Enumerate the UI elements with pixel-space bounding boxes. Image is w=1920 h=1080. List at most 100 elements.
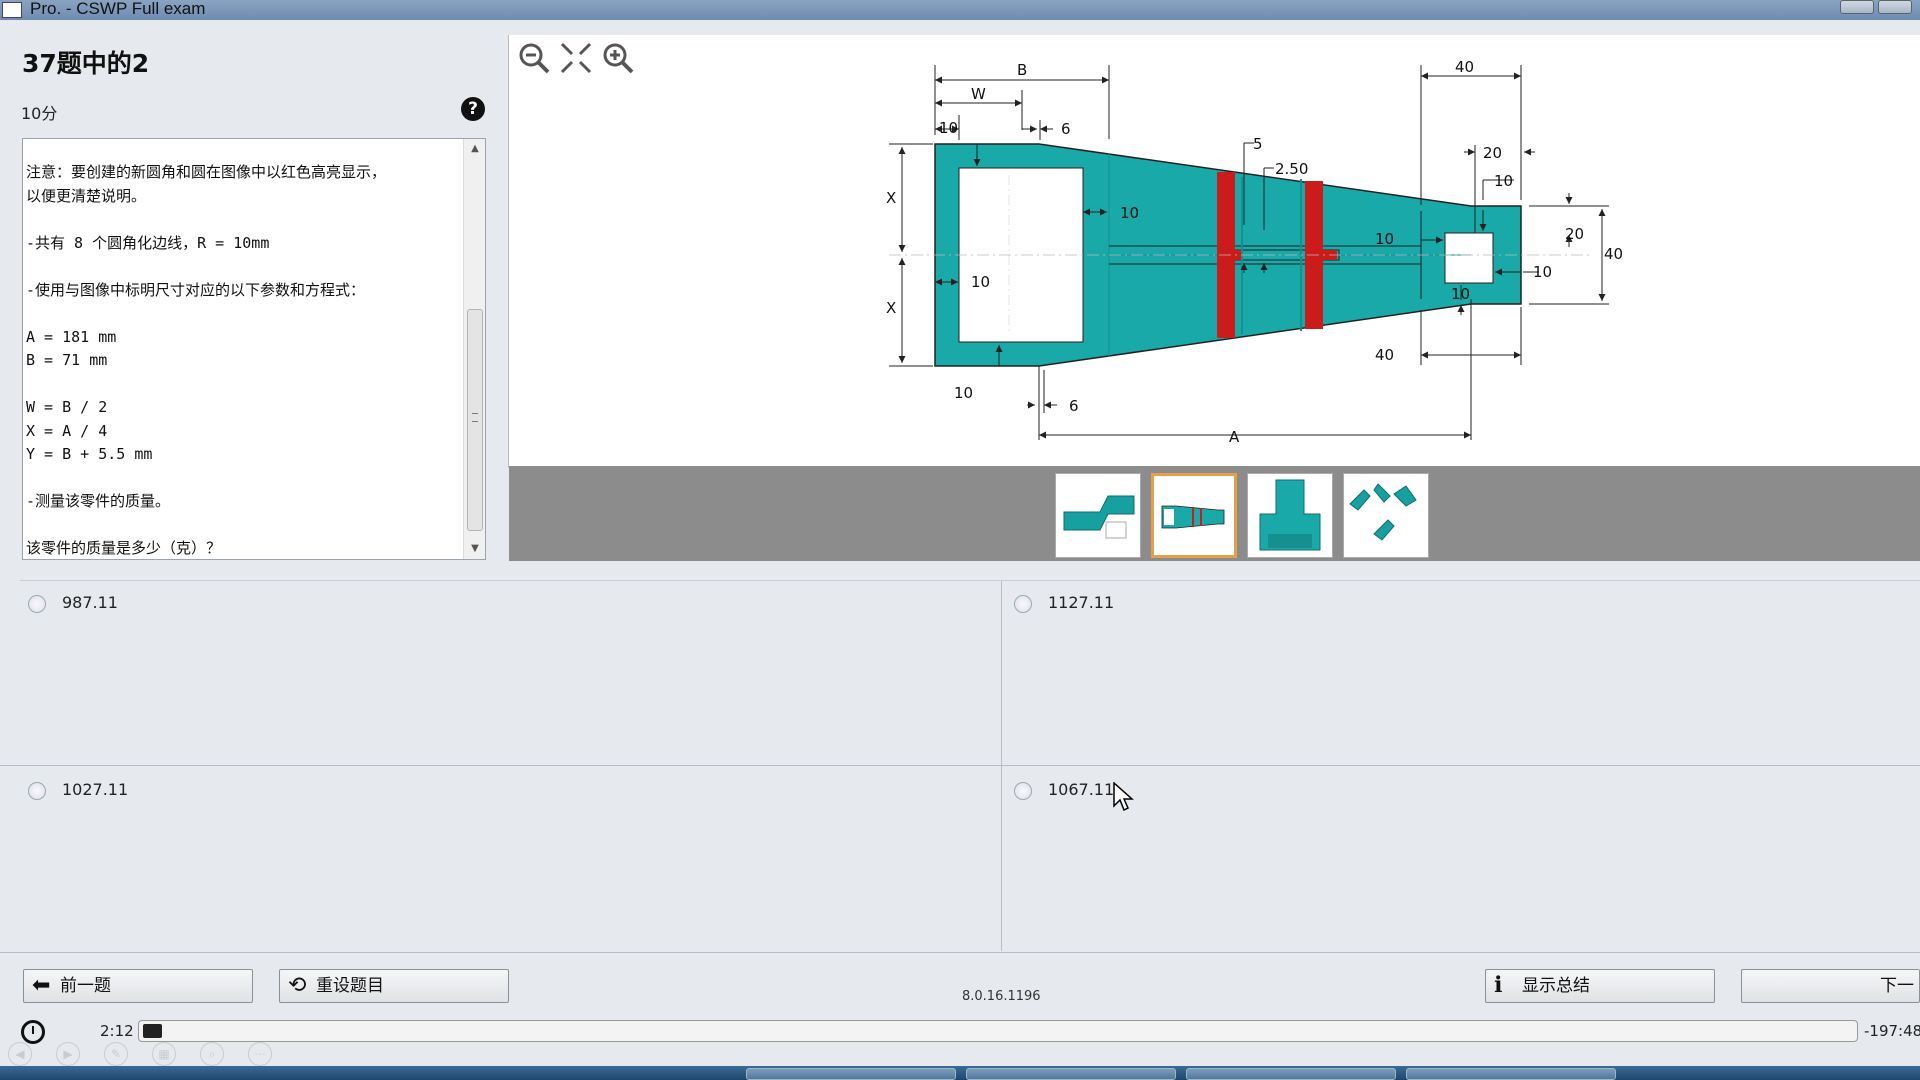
dim-20-top: 20 — [1483, 144, 1502, 162]
dim-label-w: W — [971, 85, 986, 103]
zoom-in-icon[interactable] — [601, 41, 635, 75]
dim-40-top: 40 — [1455, 58, 1474, 76]
dim-6-bot: 6 — [1069, 397, 1079, 415]
minimize-button[interactable] — [1840, 0, 1874, 14]
answers-column-divider — [1001, 581, 1002, 951]
remaining-time: -197:48 — [1864, 1022, 1920, 1040]
mouse-cursor-icon — [1113, 782, 1134, 812]
taskbar-item[interactable] — [966, 1068, 1176, 1080]
more-icon[interactable]: ⋯ — [248, 1042, 272, 1066]
app-icon — [2, 2, 22, 18]
question-text-line — [26, 467, 462, 491]
dim-10-box-bottom: 10 — [1451, 285, 1470, 303]
question-text-line: B = 71 mm — [26, 351, 108, 369]
right-cutout — [1444, 232, 1494, 284]
elapsed-time: 2:12 — [100, 1022, 134, 1040]
maximize-button[interactable] — [1878, 0, 1912, 14]
window-title: Pro. - CSWP Full exam — [30, 0, 206, 18]
question-text-line: -使用与图像中标明尺寸对应的以下参数和方程式： — [26, 280, 366, 299]
answer-option[interactable]: 1127.11 — [986, 581, 1920, 766]
time-progress-bar — [138, 1020, 1858, 1042]
taskbar — [0, 1066, 1920, 1080]
answer-label: 1067.11 — [1048, 780, 1115, 799]
dim-10-top-right: 10 — [1494, 172, 1513, 190]
isometric-thumb[interactable] — [1055, 473, 1141, 558]
top-view-thumb[interactable] — [1151, 473, 1237, 558]
question-text-line — [26, 373, 462, 397]
dim-10-box-right: 10 — [1533, 263, 1552, 281]
scrollbar[interactable]: ▲ ▼ — [463, 139, 485, 559]
answer-label: 1027.11 — [62, 780, 129, 799]
scroll-thumb[interactable] — [467, 309, 483, 531]
answer-label: 1127.11 — [1048, 593, 1115, 612]
answer-radio[interactable] — [1014, 595, 1032, 613]
question-text-line: Y = B + 5.5 mm — [26, 445, 153, 463]
title-bar: Pro. - CSWP Full exam — [0, 0, 1920, 20]
question-text-line: 该零件的质量是多少（克）？ — [26, 539, 222, 557]
answer-option[interactable]: 987.11 — [0, 581, 1001, 766]
part-drawing: B W 10 6 X X 10 10 10 6 5 2.50 40 20 10 … — [886, 58, 1623, 446]
question-text-box[interactable]: 注意：要创建的新圆角和圆在图像中以红色高亮显示， 以便更清楚说明。 -共有 8 个… — [22, 138, 486, 560]
help-icon[interactable]: ? — [461, 97, 485, 121]
taskbar-item[interactable] — [746, 1068, 956, 1080]
multi-view-thumb[interactable] — [1343, 473, 1429, 558]
answer-radio[interactable] — [28, 782, 46, 800]
question-text-line: -测量该零件的质量。 — [26, 492, 171, 510]
question-text-line: -共有 8 个圆角化边线，R = 10mm — [26, 233, 270, 252]
zoom-out-icon[interactable] — [517, 41, 551, 75]
dim-label-b: B — [1017, 61, 1027, 79]
answer-radio[interactable] — [1014, 782, 1032, 800]
dim-label-a: A — [1229, 428, 1240, 446]
question-text-line: W = B / 2 — [26, 398, 108, 416]
info-icon: ℹ — [1494, 973, 1503, 998]
question-text-line: 注意：要创建的新圆角和圆在图像中以红色高亮显示， — [26, 163, 387, 181]
previous-question-button[interactable]: ⬅ 前一题 — [23, 969, 253, 1003]
dim-5: 5 — [1253, 135, 1263, 153]
prev-icon[interactable]: ◀ — [8, 1042, 32, 1066]
image-panel: B W 10 6 X X 10 10 10 6 5 2.50 40 20 10 … — [508, 35, 1920, 561]
show-summary-button[interactable]: ℹ 显示总结 — [1485, 969, 1715, 1003]
question-title: 37题中的2 — [22, 49, 150, 78]
arrow-left-icon: ⬅ — [32, 973, 51, 998]
answer-label: 987.11 — [62, 593, 118, 612]
question-points: 10分 — [21, 104, 58, 123]
question-panel: 37题中的2 10分 ? 注意：要创建的新圆角和圆在图像中以红色高亮显示， 以便更… — [0, 22, 505, 562]
dim-20-right: 20 — [1565, 225, 1584, 243]
view-thumbnails — [509, 466, 1920, 561]
dim-10-mid: 10 — [1120, 204, 1139, 222]
pen-icon[interactable]: ✎ — [104, 1042, 128, 1066]
grid-icon[interactable]: ▦ — [152, 1042, 176, 1066]
search-icon[interactable]: ⌕ — [200, 1042, 224, 1066]
question-text-line — [26, 208, 462, 232]
dim-10-bot: 10 — [954, 384, 973, 402]
reset-question-button[interactable]: ⟲ 重设题目 — [279, 969, 509, 1003]
dim-10-top: 10 — [939, 119, 958, 137]
answer-option[interactable]: 1027.11 — [0, 768, 1001, 953]
dim-label-x-lower: X — [886, 299, 896, 317]
dim-2-50: 2.50 — [1275, 160, 1308, 178]
answer-radio[interactable] — [28, 595, 46, 613]
dim-40-bottom: 40 — [1375, 346, 1394, 364]
refresh-icon: ⟲ — [288, 973, 307, 998]
next-question-button[interactable]: 下一 — [1741, 969, 1920, 1003]
question-text-line: 以便更清楚说明。 — [26, 186, 147, 205]
question-text-line — [26, 514, 462, 538]
question-text-line: X = A / 4 — [26, 421, 108, 440]
dim-label-x-upper: X — [886, 189, 896, 207]
fit-to-window-icon[interactable] — [559, 41, 593, 75]
question-text-line — [26, 302, 462, 326]
front-view-thumb[interactable] — [1247, 473, 1333, 558]
taskbar-item[interactable] — [1186, 1068, 1396, 1080]
version-label: 8.0.16.1196 — [962, 989, 1041, 1004]
zoom-toolbar — [517, 41, 635, 75]
taskbar-item[interactable] — [1406, 1068, 1616, 1080]
question-text-line: A = 181 mm — [26, 327, 117, 346]
dim-10-left: 10 — [971, 273, 990, 291]
scroll-down-arrow[interactable]: ▼ — [464, 539, 485, 559]
answer-options: 987.11 1127.11 1027.11 1067.11 — [0, 581, 1920, 953]
play-icon[interactable]: ▶ — [56, 1042, 80, 1066]
time-progress-fill — [143, 1024, 162, 1038]
scroll-up-arrow[interactable]: ▲ — [464, 139, 485, 159]
question-text-line — [26, 255, 462, 279]
player-controls: ◀ ▶ ✎ ▦ ⌕ ⋯ — [0, 1042, 1920, 1066]
